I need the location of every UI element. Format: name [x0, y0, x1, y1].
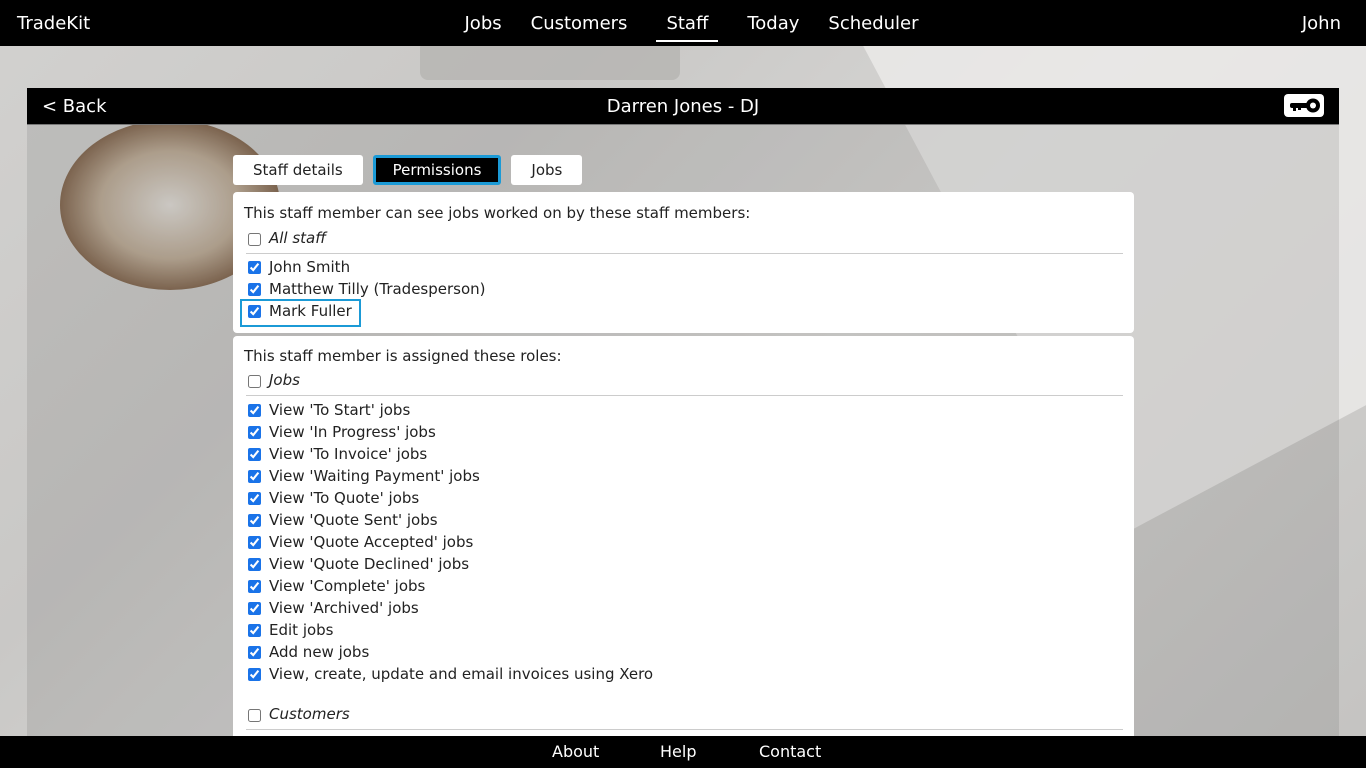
roles-group-customers: Customers [246, 705, 1123, 730]
role-label: View 'To Invoice' jobs [269, 445, 428, 463]
nav-staff-label: Staff [666, 13, 709, 34]
role-label: View 'In Progress' jobs [269, 423, 436, 441]
customers-group-checkbox[interactable] [248, 709, 261, 722]
role-label: View 'To Quote' jobs [269, 489, 420, 507]
roles-group-label: Jobs [269, 371, 300, 389]
role-row: View 'Archived' jobs [246, 597, 419, 619]
staff-checkbox-john-smith[interactable] [248, 260, 261, 274]
staff-row: John Smith [246, 256, 350, 278]
role-row: View 'Quote Accepted' jobs [246, 531, 473, 553]
role-label: Add new jobs [269, 643, 370, 661]
nav-staff[interactable]: Staff [656, 0, 719, 42]
role-label: View, create, update and email invoices … [269, 665, 654, 683]
nav-today[interactable]: Today [747, 0, 799, 44]
role-row: View 'Waiting Payment' jobs [246, 465, 480, 487]
role-checkbox[interactable] [248, 491, 261, 505]
staff-checkbox-matthew-tilly[interactable] [248, 282, 261, 296]
role-label: View 'Archived' jobs [269, 599, 419, 617]
footer-contact-link[interactable]: Contact [759, 742, 821, 761]
staff-label: Matthew Tilly (Tradesperson) [269, 280, 486, 298]
nav-jobs-label: Jobs [464, 13, 502, 34]
role-label: View 'To Start' jobs [269, 401, 411, 419]
top-navbar: TradeKit Jobs Customers Staff Today Sche… [0, 0, 1366, 46]
key-button[interactable] [1284, 94, 1324, 117]
role-row: View 'In Progress' jobs [246, 421, 436, 443]
role-label: View 'Quote Declined' jobs [269, 555, 470, 573]
role-label: Edit jobs [269, 621, 334, 639]
panel-header: < Back Darren Jones - DJ [27, 88, 1339, 125]
role-row: View 'To Start' jobs [246, 399, 410, 421]
tab-jobs[interactable]: Jobs [511, 155, 583, 185]
nav-customers[interactable]: Customers [531, 0, 628, 44]
background-box [420, 40, 680, 80]
tab-bar: Staff details Permissions Jobs [233, 155, 592, 185]
role-checkbox[interactable] [248, 579, 261, 593]
role-row: View 'Quote Sent' jobs [246, 509, 438, 531]
roles-group-label: Customers [269, 705, 350, 723]
all-staff-checkbox[interactable] [248, 233, 261, 246]
role-checkbox[interactable] [248, 645, 261, 659]
staff-row: Matthew Tilly (Tradesperson) [246, 278, 486, 300]
key-icon [1290, 98, 1320, 113]
roles-intro: This staff member is assigned these role… [244, 347, 562, 365]
page-title: Darren Jones - DJ [606, 96, 760, 117]
tab-permissions[interactable]: Permissions [372, 155, 502, 185]
role-row: View 'Complete' jobs [246, 575, 425, 597]
all-staff-group: All staff [246, 229, 1123, 254]
tab-staff-details[interactable]: Staff details [233, 155, 363, 185]
footer-help-link[interactable]: Help [660, 742, 696, 761]
role-label: View 'Waiting Payment' jobs [269, 467, 480, 485]
visibility-card: This staff member can see jobs worked on… [233, 192, 1134, 333]
role-label: View 'Quote Accepted' jobs [269, 533, 474, 551]
user-menu[interactable]: John [1302, 13, 1341, 34]
nav-today-label: Today [747, 13, 800, 34]
brand-logo[interactable]: TradeKit [17, 13, 90, 34]
roles-group-jobs: Jobs [246, 371, 1123, 396]
nav-scheduler[interactable]: Scheduler [828, 0, 918, 44]
role-row: Edit jobs [246, 619, 334, 641]
role-row: Add new jobs [246, 641, 369, 663]
nav-scheduler-label: Scheduler [828, 13, 919, 34]
role-checkbox[interactable] [248, 403, 261, 417]
role-checkbox[interactable] [248, 535, 261, 549]
footer: About Help Contact [0, 736, 1366, 768]
visibility-intro: This staff member can see jobs worked on… [244, 204, 751, 222]
staff-label: John Smith [269, 258, 351, 276]
role-checkbox[interactable] [248, 667, 261, 681]
role-checkbox[interactable] [248, 447, 261, 461]
role-checkbox[interactable] [248, 557, 261, 571]
role-checkbox[interactable] [248, 601, 261, 615]
focus-outline [240, 299, 361, 327]
jobs-group-checkbox[interactable] [248, 375, 261, 388]
role-label: View 'Quote Sent' jobs [269, 511, 438, 529]
role-label: View 'Complete' jobs [269, 577, 426, 595]
role-row: View 'To Invoice' jobs [246, 443, 427, 465]
nav-customers-label: Customers [530, 13, 628, 34]
roles-card: This staff member is assigned these role… [233, 336, 1134, 756]
role-row: View 'Quote Declined' jobs [246, 553, 469, 575]
role-checkbox[interactable] [248, 425, 261, 439]
role-checkbox[interactable] [248, 623, 261, 637]
nav-jobs[interactable]: Jobs [465, 0, 502, 44]
role-checkbox[interactable] [248, 469, 261, 483]
role-row: View 'To Quote' jobs [246, 487, 419, 509]
footer-about-link[interactable]: About [552, 742, 599, 761]
main-nav: Jobs Customers Staff Today Scheduler [450, 0, 933, 46]
role-row: View, create, update and email invoices … [246, 663, 653, 685]
all-staff-label: All staff [269, 229, 327, 247]
role-checkbox[interactable] [248, 513, 261, 527]
